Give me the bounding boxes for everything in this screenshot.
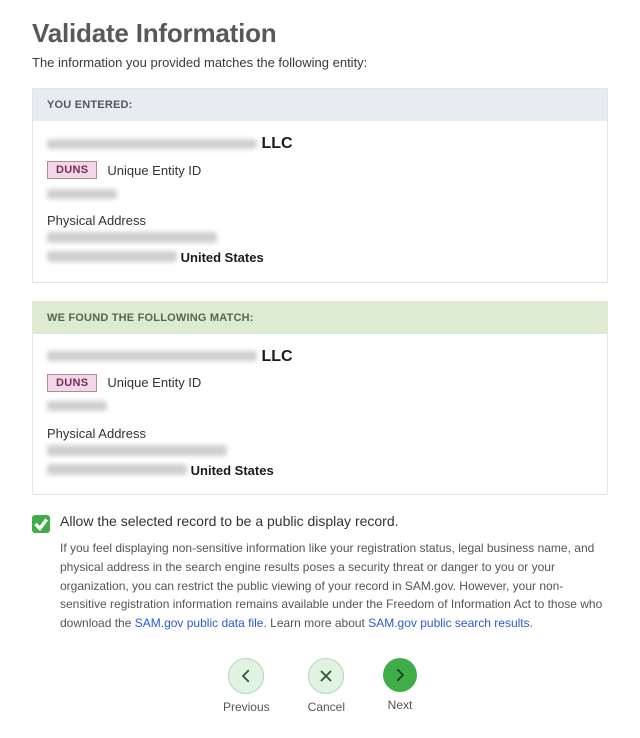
match-header: WE FOUND THE FOLLOWING MATCH: (33, 302, 607, 334)
entered-entity-suffix: LLC (261, 135, 292, 152)
next-button[interactable]: Next (383, 658, 417, 714)
close-icon (308, 658, 344, 694)
entered-address-label: Physical Address (47, 213, 593, 228)
chevron-right-icon (383, 658, 417, 692)
entered-header: YOU ENTERED: (33, 89, 607, 121)
previous-button[interactable]: Previous (223, 658, 270, 714)
match-panel: WE FOUND THE FOLLOWING MATCH: LLC DUNS U… (32, 301, 608, 496)
redacted-uei-value (47, 189, 117, 199)
entered-address: United States (47, 230, 593, 268)
match-entity-name: LLC (47, 348, 593, 366)
duns-badge: DUNS (47, 374, 97, 392)
uei-label: Unique Entity ID (107, 163, 201, 178)
page-title: Validate Information (32, 18, 608, 49)
duns-badge: DUNS (47, 161, 97, 179)
page-subtitle: The information you provided matches the… (32, 55, 608, 70)
public-display-label: Allow the selected record to be a public… (60, 513, 399, 529)
public-data-file-link[interactable]: SAM.gov public data file (135, 616, 264, 630)
redacted-address-line1 (47, 445, 227, 456)
chevron-left-icon (228, 658, 264, 694)
match-address: United States (47, 443, 593, 481)
match-address-label: Physical Address (47, 426, 593, 441)
match-address-country: United States (191, 463, 274, 478)
redacted-entity-name (47, 351, 257, 361)
entered-address-country: United States (181, 250, 264, 265)
entered-panel: YOU ENTERED: LLC DUNS Unique Entity ID P… (32, 88, 608, 283)
uei-label: Unique Entity ID (107, 375, 201, 390)
public-search-results-link[interactable]: SAM.gov public search results (368, 616, 529, 630)
wizard-nav: Previous Cancel Next (32, 658, 608, 714)
redacted-address-line1 (47, 232, 217, 243)
redacted-address-line2 (47, 464, 187, 475)
public-display-help: If you feel displaying non-sensitive inf… (60, 539, 608, 632)
match-entity-suffix: LLC (261, 348, 292, 365)
redacted-entity-name (47, 139, 257, 149)
redacted-address-line2 (47, 251, 177, 262)
entered-entity-name: LLC (47, 135, 593, 153)
cancel-button[interactable]: Cancel (308, 658, 345, 714)
public-display-checkbox[interactable] (32, 515, 50, 533)
redacted-uei-value (47, 401, 107, 411)
